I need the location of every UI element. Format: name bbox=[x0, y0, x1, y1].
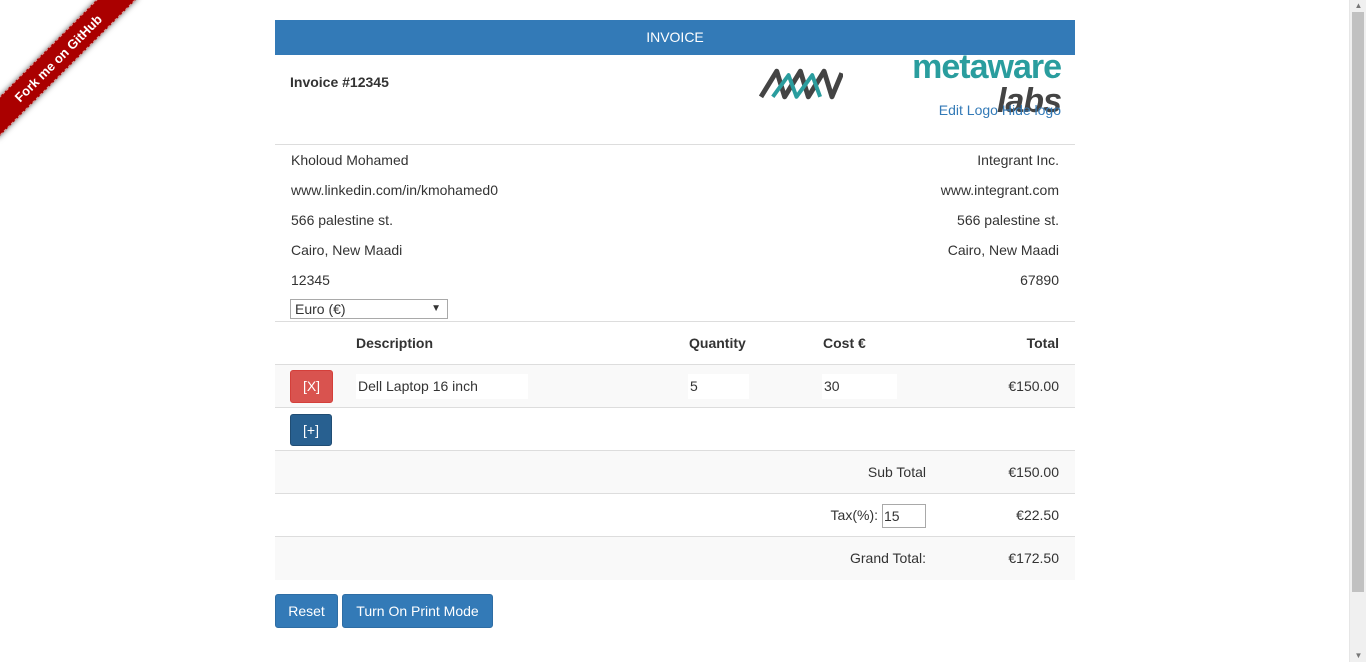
add-item-button[interactable]: [+] bbox=[290, 414, 332, 446]
add-item-row: [+] bbox=[275, 408, 1075, 451]
github-ribbon-wrap: Fork me on GitHub bbox=[0, 0, 150, 150]
invoice-number-value[interactable]: 12345 bbox=[350, 74, 389, 90]
reset-button[interactable]: Reset bbox=[275, 594, 338, 628]
invoice-top-section: Invoice #12345 metaware labs Edit Logo H… bbox=[275, 50, 1075, 145]
metaware-logo-mark-icon bbox=[759, 68, 843, 100]
sender-city[interactable]: Cairo, New Maadi bbox=[291, 235, 498, 265]
column-header-quantity: Quantity bbox=[689, 335, 746, 351]
recipient-city[interactable]: Cairo, New Maadi bbox=[941, 235, 1059, 265]
recipient-street[interactable]: 566 palestine st. bbox=[941, 205, 1059, 235]
invoice-number-prefix: Invoice # bbox=[290, 74, 350, 90]
grand-total-row: Grand Total: €172.50 bbox=[275, 537, 1075, 580]
grand-total-label: Grand Total: bbox=[849, 550, 926, 566]
item-description-input[interactable]: Dell Laptop 16 inch bbox=[356, 374, 528, 399]
hide-logo-link[interactable]: Hide logo bbox=[1002, 102, 1061, 118]
scroll-up-arrow-icon[interactable]: ▲ bbox=[1350, 0, 1366, 12]
column-header-cost: Cost € bbox=[823, 335, 866, 351]
sender-address: Kholoud Mohamed www.linkedin.com/in/kmoh… bbox=[291, 145, 498, 295]
currency-select[interactable]: Euro (€) ▼ bbox=[290, 299, 448, 319]
item-total: €150.00 bbox=[1008, 378, 1059, 394]
column-header-description: Description bbox=[356, 335, 434, 351]
recipient-name[interactable]: Integrant Inc. bbox=[941, 145, 1059, 175]
recipient-address: Integrant Inc. www.integrant.com 566 pal… bbox=[941, 145, 1059, 295]
recipient-website[interactable]: www.integrant.com bbox=[941, 175, 1059, 205]
scroll-down-arrow-icon[interactable]: ▼ bbox=[1350, 650, 1366, 662]
fork-me-ribbon[interactable]: Fork me on GitHub bbox=[0, 0, 139, 139]
sender-zip[interactable]: 12345 bbox=[291, 265, 498, 295]
subtotal-value: €150.00 bbox=[1008, 464, 1059, 480]
currency-selected-value: Euro (€) bbox=[295, 301, 346, 317]
chevron-down-icon: ▼ bbox=[431, 303, 441, 314]
item-quantity-input[interactable]: 5 bbox=[688, 374, 749, 399]
column-header-total: Total bbox=[1026, 335, 1059, 351]
vertical-scrollbar[interactable]: ▲ ▼ bbox=[1349, 0, 1366, 662]
item-cost-input[interactable]: 30 bbox=[822, 374, 897, 399]
sender-street[interactable]: 566 palestine st. bbox=[291, 205, 498, 235]
recipient-zip[interactable]: 67890 bbox=[941, 265, 1059, 295]
subtotal-row: Sub Total €150.00 bbox=[275, 451, 1075, 494]
sender-website[interactable]: www.linkedin.com/in/kmohamed0 bbox=[291, 175, 498, 205]
tax-row: Tax(%): 15 €22.50 bbox=[275, 494, 1075, 537]
tax-rate-input[interactable]: 15 bbox=[882, 504, 926, 528]
table-row: [X] Dell Laptop 16 inch 5 30 €150.00 bbox=[275, 365, 1075, 408]
tax-label: Tax(%): bbox=[830, 507, 878, 523]
remove-item-button[interactable]: [X] bbox=[290, 370, 333, 403]
edit-logo-link[interactable]: Edit Logo bbox=[939, 102, 998, 118]
address-section: Kholoud Mohamed www.linkedin.com/in/kmoh… bbox=[275, 145, 1075, 322]
company-logo: metaware labs Edit Logo Hide logo bbox=[759, 50, 1062, 118]
print-mode-button[interactable]: Turn On Print Mode bbox=[342, 594, 493, 628]
scrollbar-thumb[interactable] bbox=[1352, 12, 1364, 592]
tax-value: €22.50 bbox=[1016, 507, 1059, 523]
invoice-container: INVOICE Invoice #12345 metaware labs Edi… bbox=[275, 20, 1075, 580]
invoice-number: Invoice #12345 bbox=[290, 74, 389, 90]
grand-total-value: €172.50 bbox=[1008, 550, 1059, 566]
subtotal-label: Sub Total bbox=[867, 464, 926, 480]
table-header-row: Description Quantity Cost € Total bbox=[275, 322, 1075, 365]
sender-name[interactable]: Kholoud Mohamed bbox=[291, 145, 498, 175]
